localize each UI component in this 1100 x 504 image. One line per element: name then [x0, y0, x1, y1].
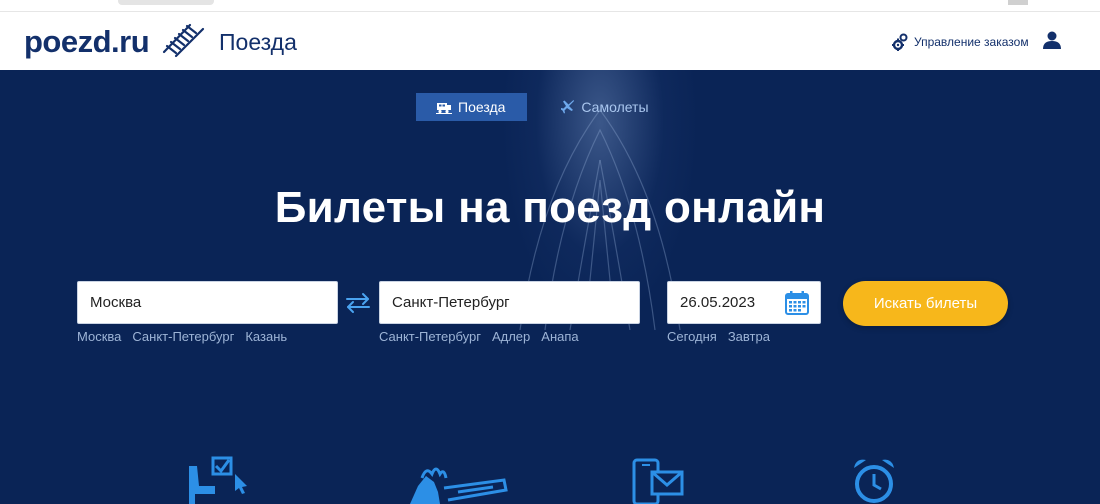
tab-planes-label: Самолеты	[581, 99, 649, 115]
user-icon[interactable]	[1042, 30, 1062, 50]
from-suggestion[interactable]: Москва	[77, 329, 121, 344]
to-suggestion[interactable]: Санкт-Петербург	[379, 329, 481, 344]
phone-mail-icon	[632, 458, 684, 504]
from-suggestions: Москва Санкт-Петербург Казань	[77, 329, 287, 344]
date-suggestion-today[interactable]: Сегодня	[667, 329, 717, 344]
to-city-value: Санкт-Петербург	[392, 294, 510, 311]
hand-ticket-icon	[410, 467, 508, 504]
top-tab-fragment	[118, 0, 214, 5]
swap-cities-icon[interactable]	[343, 292, 373, 314]
from-city-value: Москва	[90, 294, 142, 311]
gears-icon	[892, 33, 908, 51]
alarm-clock-icon	[854, 459, 894, 503]
to-suggestions: Санкт-Петербург Адлер Анапа	[379, 329, 579, 344]
search-tickets-button[interactable]: Искать билеты	[843, 281, 1008, 326]
hero-title: Билеты на поезд онлайн	[274, 183, 826, 232]
top-scroll-fragment	[1008, 0, 1028, 5]
from-city-input[interactable]: Москва	[77, 281, 338, 324]
to-suggestion[interactable]: Адлер	[492, 329, 530, 344]
train-icon	[436, 102, 452, 114]
seat-select-icon	[189, 456, 247, 504]
site-header: poezd.ru Поезда Управление заказом	[0, 12, 1100, 70]
manage-order-label: Управление заказом	[914, 35, 1029, 49]
date-value: 26.05.2023	[680, 294, 756, 311]
from-suggestion[interactable]: Санкт-Петербург	[132, 329, 234, 344]
to-city-input[interactable]: Санкт-Петербург	[379, 281, 640, 324]
manage-order-link[interactable]: Управление заказом	[892, 33, 1029, 51]
date-suggestions: Сегодня Завтра	[667, 329, 770, 344]
to-suggestion[interactable]: Анапа	[541, 329, 578, 344]
tab-trains-label: Поезда	[458, 99, 506, 115]
section-title[interactable]: Поезда	[219, 29, 297, 56]
railway-track-icon	[162, 23, 205, 58]
site-logo[interactable]: poezd.ru	[24, 24, 150, 60]
date-input[interactable]: 26.05.2023	[667, 281, 821, 324]
calendar-icon[interactable]	[784, 290, 810, 316]
tab-trains[interactable]: Поезда	[416, 93, 528, 121]
plane-icon	[561, 100, 575, 114]
date-suggestion-tomorrow[interactable]: Завтра	[728, 329, 770, 344]
browser-top-strip	[0, 0, 1100, 12]
hero-section: Поезда Самолеты Билеты на поезд онлайн М…	[0, 70, 1100, 504]
tab-planes[interactable]: Самолеты	[557, 93, 670, 121]
transport-tabs: Поезда Самолеты	[416, 93, 671, 121]
from-suggestion[interactable]: Казань	[245, 329, 287, 344]
